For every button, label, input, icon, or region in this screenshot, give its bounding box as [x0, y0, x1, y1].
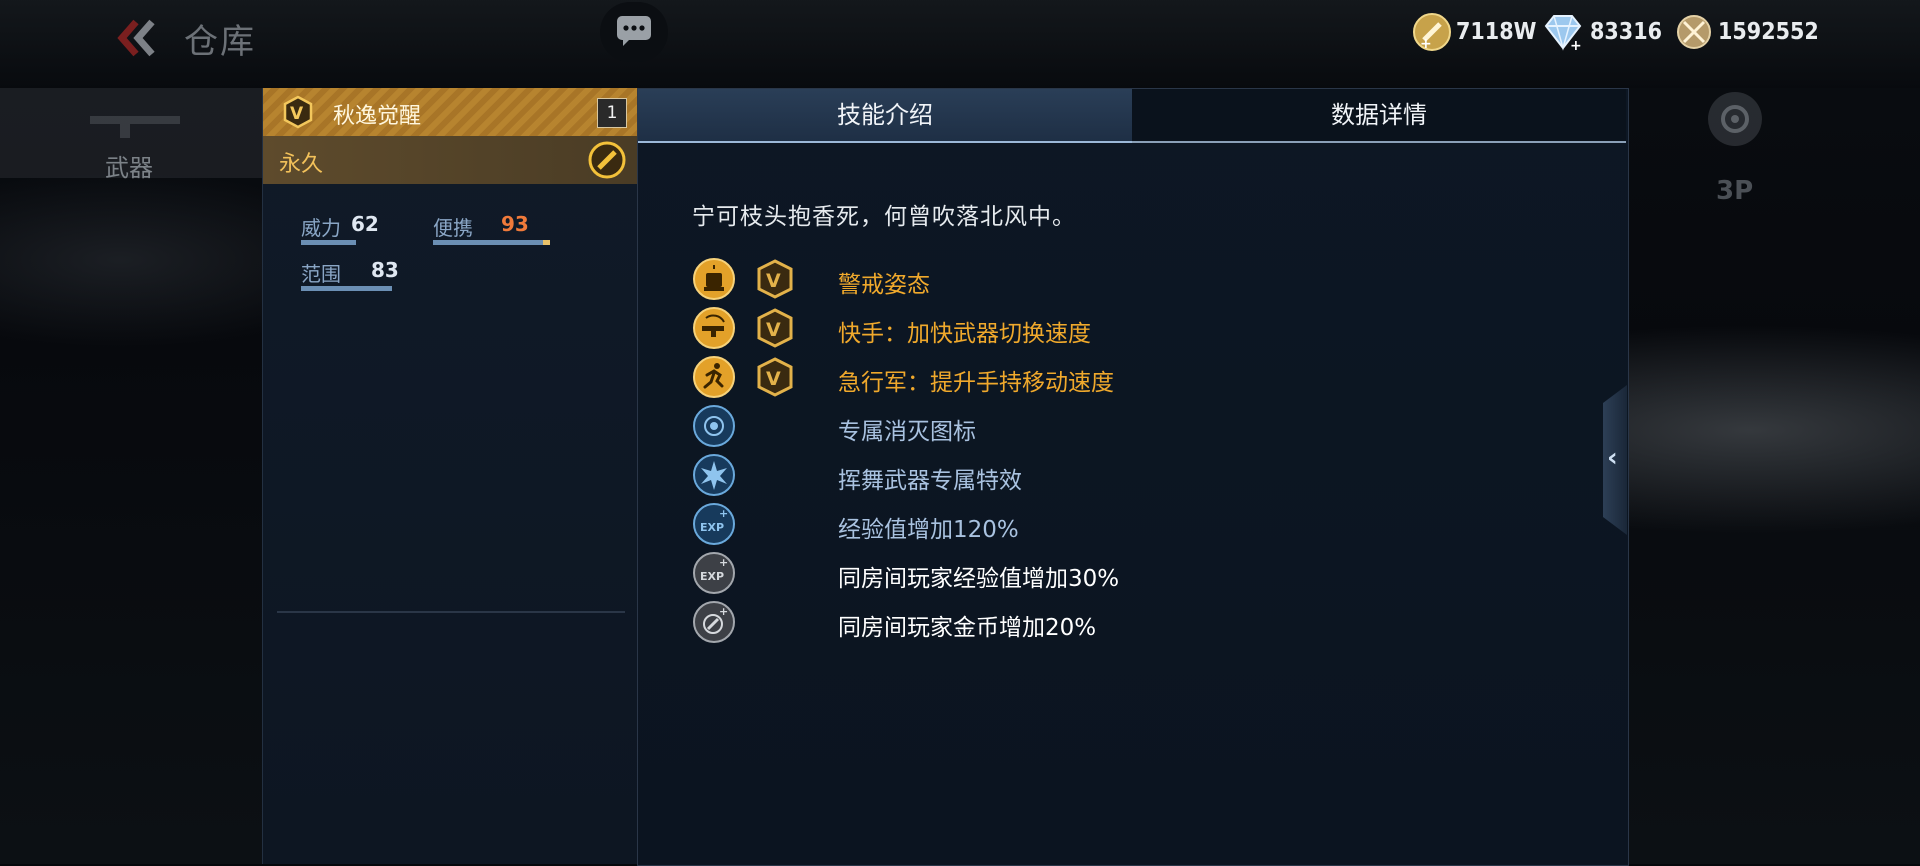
gold-currency[interactable]: + 7118W [1412, 12, 1536, 52]
gold-coin-plus-icon: + [1413, 13, 1451, 52]
stat-power-label: 威力 [301, 216, 341, 240]
skill-row: EXP + 经验值增加120% [692, 502, 1592, 546]
back-button[interactable] [112, 16, 160, 60]
svg-text:V: V [766, 368, 781, 390]
collapse-panel-tab[interactable]: ‹ [1603, 385, 1627, 535]
sidebar-item-weapon-label: 武器 [105, 154, 153, 182]
kill-mark-icon [693, 405, 735, 447]
skill-text: 挥舞武器专属特效 [838, 468, 1022, 494]
diamond-plus-icon: + [1544, 15, 1582, 52]
quick-switch-gun-icon [693, 307, 735, 349]
coin-room-icon: + [693, 601, 735, 643]
skill-row: EXP + 同房间玩家经验值增加30% [692, 551, 1592, 595]
item-count-badge: 1 [597, 98, 627, 128]
stat-portability-label: 便携 [433, 216, 473, 240]
double-chevron-left-icon [117, 19, 155, 57]
joystick-icon [1721, 105, 1749, 133]
details-panel: 技能介绍 数据详情 宁可枝头抱香死，何曾吹落北风中。 V 警戒姿态 V 快手：加… [637, 88, 1629, 866]
diamond-currency[interactable]: + 83316 [1540, 12, 1662, 52]
svg-text:EXP: EXP [700, 570, 724, 583]
skill-row: V 快手：加快武器切换速度 [692, 306, 1592, 350]
skill-text: 专属消灭图标 [838, 419, 976, 445]
chevron-left-icon: ‹ [1607, 443, 1618, 473]
panel-divider [277, 611, 625, 613]
skill-row: V 急行军：提升手持移动速度 [692, 355, 1592, 399]
svg-text:V: V [766, 319, 781, 341]
weapon-quote: 宁可枝头抱香死，何曾吹落北风中。 [692, 204, 1076, 230]
crossed-medal-icon [1677, 15, 1711, 49]
stat-power: 威力 62 [301, 212, 389, 248]
svg-text:V: V [766, 270, 781, 292]
duration-label: 永久 [279, 152, 324, 177]
skill-text: 快手：加快武器切换速度 [838, 321, 1091, 347]
svg-text:V: V [290, 104, 304, 124]
top-bar: 仓库 + 7118W + 83316 1592552 [0, 0, 1920, 88]
weapon-name: 秋逸觉醒 [333, 104, 422, 129]
skill-text: 急行军：提升手持移动速度 [838, 370, 1114, 396]
stat-range-value: 83 [371, 258, 399, 282]
vip-v-badge-icon: V [757, 308, 793, 348]
stat-range-label: 范围 [301, 262, 341, 286]
stat-power-value: 62 [351, 212, 379, 236]
honor-currency[interactable]: 1592552 [1674, 12, 1819, 52]
stat-range: 范围 83 [301, 258, 411, 294]
rifle-silhouette-icon [90, 116, 180, 138]
diamond-value: 83316 [1590, 19, 1662, 45]
duration-bar: 永久 [263, 136, 637, 184]
stat-power-bar [301, 240, 356, 245]
chat-bubble-icon [617, 16, 651, 46]
weapon-name-bar: V 秋逸觉醒 1 [263, 88, 637, 136]
vip-v-badge-icon: V [757, 259, 793, 299]
skill-row: V 警戒姿态 [692, 257, 1592, 301]
melee-weapon-type-icon [588, 141, 626, 179]
vip-v-badge-icon: V [283, 95, 313, 129]
svg-text:+: + [1570, 38, 1582, 52]
skill-row: 挥舞武器专属特效 [692, 453, 1592, 497]
view-toggle-button[interactable] [1708, 92, 1762, 146]
svg-text:+: + [719, 556, 728, 569]
svg-text:+: + [719, 507, 728, 520]
stat-portability: 便携 93 [433, 212, 559, 248]
skill-text: 警戒姿态 [838, 272, 930, 298]
chat-button[interactable] [600, 2, 668, 62]
gold-value: 7118W [1456, 19, 1537, 45]
honor-value: 1592552 [1718, 19, 1819, 45]
stat-portability-value: 93 [501, 212, 529, 236]
skill-row: 专属消灭图标 [692, 404, 1592, 448]
stat-portability-bar [433, 240, 550, 245]
alert-siren-icon [693, 258, 735, 300]
vip-v-badge-icon: V [757, 357, 793, 397]
svg-text:+: + [719, 605, 728, 618]
stat-range-bar [301, 286, 392, 291]
tab-skill-intro[interactable]: 技能介绍 [638, 89, 1132, 143]
sidebar-item-weapon[interactable]: 武器 [0, 88, 265, 182]
skill-text: 同房间玩家金币增加20% [838, 615, 1097, 641]
skill-text: 同房间玩家经验值增加30% [838, 566, 1120, 592]
view-mode-label: 3P [1716, 176, 1754, 206]
exp-room-icon: EXP + [693, 552, 735, 594]
svg-text:EXP: EXP [700, 521, 724, 534]
skill-row: + 同房间玩家金币增加20% [692, 600, 1592, 644]
tab-data-details[interactable]: 数据详情 [1132, 89, 1626, 143]
exp-plus-icon: EXP + [693, 503, 735, 545]
burst-effect-icon [693, 454, 735, 496]
skill-text: 经验值增加120% [838, 517, 1019, 543]
running-man-icon [693, 356, 735, 398]
svg-text:+: + [1420, 36, 1432, 52]
page-title: 仓库 [184, 22, 256, 62]
weapon-info-panel: V 秋逸觉醒 1 永久 威力 62 便携 93 范围 83 [262, 88, 637, 864]
tab-bar: 技能介绍 数据详情 [638, 89, 1626, 143]
